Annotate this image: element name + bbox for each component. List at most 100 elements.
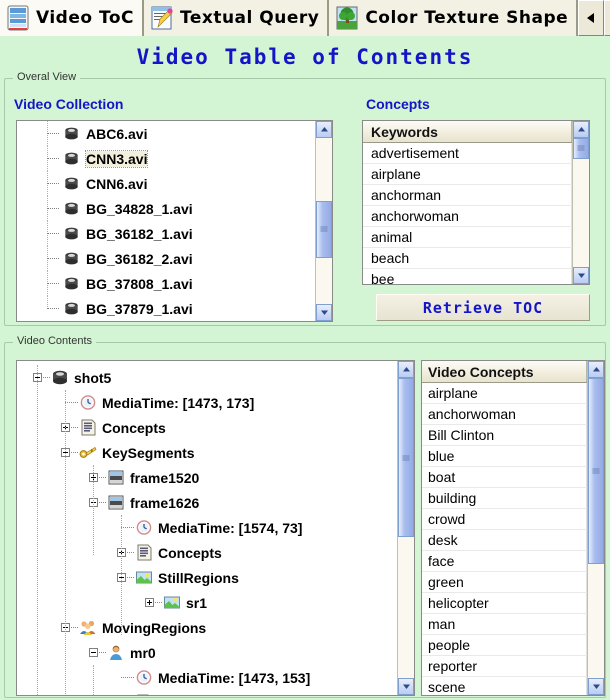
tree-node[interactable]: Concepts xyxy=(17,690,397,695)
concepts-row-label: beach xyxy=(371,250,409,266)
video-concepts-row[interactable]: helicopter xyxy=(422,593,587,614)
video-tree-scrollbar[interactable] xyxy=(397,361,414,695)
concepts-row[interactable]: advertisement xyxy=(363,143,572,164)
concepts-row[interactable]: animal xyxy=(363,227,572,248)
video-concepts-row[interactable]: man xyxy=(422,614,587,635)
video-concepts-row[interactable]: reporter xyxy=(422,656,587,677)
concepts-heading: Concepts xyxy=(366,96,430,112)
concepts-row[interactable]: bee xyxy=(363,269,572,284)
scroll-track[interactable] xyxy=(573,138,589,267)
scroll-down-button[interactable] xyxy=(398,678,414,695)
concepts-row[interactable]: airplane xyxy=(363,164,572,185)
scroll-thumb[interactable] xyxy=(316,201,332,257)
scroll-down-button[interactable] xyxy=(588,678,604,695)
video-concepts-row[interactable]: people xyxy=(422,635,587,656)
tree-node[interactable]: Concepts xyxy=(17,540,397,565)
video-collection-item-label: CNN6.avi xyxy=(86,176,147,192)
chevron-down-icon xyxy=(320,309,329,316)
person-icon xyxy=(107,644,125,661)
concepts-row[interactable]: anchorman xyxy=(363,185,572,206)
concepts-scrollbar[interactable] xyxy=(572,121,589,284)
video-concepts-column-header[interactable]: Video Concepts xyxy=(422,361,587,383)
scroll-thumb[interactable] xyxy=(588,378,604,564)
video-concepts-row[interactable]: desk xyxy=(422,530,587,551)
concepts-row[interactable]: anchorwoman xyxy=(363,206,572,227)
tree-node-label: mr0 xyxy=(130,645,156,661)
video-collection-item[interactable]: CNN3.avi xyxy=(17,146,315,171)
scroll-up-button[interactable] xyxy=(398,361,414,378)
video-concepts-row[interactable]: face xyxy=(422,551,587,572)
concepts-column-header[interactable]: Keywords xyxy=(363,121,572,143)
scroll-down-button[interactable] xyxy=(316,304,332,321)
video-concepts-row[interactable]: boat xyxy=(422,467,587,488)
video-collection-list[interactable]: ABC6.aviCNN3.aviCNN6.aviBG_34828_1.aviBG… xyxy=(16,120,333,322)
video-concepts-row-label: boat xyxy=(428,469,455,485)
tree-connector xyxy=(71,427,78,428)
scroll-up-button[interactable] xyxy=(573,121,589,138)
retrieve-toc-button[interactable]: Retrieve TOC xyxy=(376,294,590,321)
document-icon xyxy=(79,419,97,436)
tree-connector xyxy=(47,283,59,284)
tab-scroll-left-button[interactable] xyxy=(578,0,604,36)
tree-node[interactable]: KeySegments xyxy=(17,440,397,465)
expand-icon[interactable] xyxy=(145,598,154,607)
collapse-icon[interactable] xyxy=(89,648,98,657)
video-concepts-row[interactable]: crowd xyxy=(422,509,587,530)
tree-connector xyxy=(99,652,106,653)
tree-node[interactable]: frame1520 xyxy=(17,465,397,490)
scroll-up-button[interactable] xyxy=(588,361,604,378)
concepts-rows: advertisementairplaneanchormananchorwoma… xyxy=(363,143,572,284)
video-collection-item[interactable]: CNN6.avi xyxy=(17,171,315,196)
video-contents-group-label: Video Contents xyxy=(13,335,96,347)
video-collection-item[interactable]: BG_37808_1.avi xyxy=(17,271,315,296)
chevron-down-icon xyxy=(402,683,411,690)
tree-node[interactable]: MovingRegions xyxy=(17,615,397,640)
video-concepts-row-label: people xyxy=(428,637,470,653)
tree-node[interactable]: shot5 xyxy=(17,365,397,390)
video-concepts-row[interactable]: building xyxy=(422,488,587,509)
tab-scroll-right-button[interactable] xyxy=(604,0,610,36)
scroll-track[interactable] xyxy=(588,378,604,678)
tab-label: Video ToC xyxy=(36,8,134,28)
video-concepts-row[interactable]: Bill Clinton xyxy=(422,425,587,446)
tree-node[interactable]: MediaTime: [1473, 173] xyxy=(17,390,397,415)
column-separator xyxy=(586,572,587,592)
film-reel-icon xyxy=(63,301,80,316)
concepts-row-label: animal xyxy=(371,229,412,245)
video-contents-tree[interactable]: shot5MediaTime: [1473, 173]ConceptsKeySe… xyxy=(16,360,415,696)
video-concepts-scrollbar[interactable] xyxy=(587,361,604,695)
video-concepts-row[interactable]: scene xyxy=(422,677,587,695)
chevron-up-icon xyxy=(402,366,411,373)
video-collection-scrollbar[interactable] xyxy=(315,121,332,321)
video-collection-item[interactable]: BG_37879_1.avi xyxy=(17,296,315,321)
video-collection-item[interactable]: ABC6.avi xyxy=(17,121,315,146)
video-collection-item[interactable]: BG_36182_2.avi xyxy=(17,246,315,271)
concepts-row[interactable]: beach xyxy=(363,248,572,269)
tree-node[interactable]: Concepts xyxy=(17,415,397,440)
concepts-keywords-table[interactable]: Keywords advertisementairplaneanchormana… xyxy=(362,120,590,285)
scroll-track[interactable] xyxy=(316,138,332,304)
tree-node[interactable]: StillRegions xyxy=(17,565,397,590)
video-collection-item[interactable]: BG_36182_1.avi xyxy=(17,221,315,246)
tree-node[interactable]: sr1 xyxy=(17,590,397,615)
landscape-icon xyxy=(135,569,153,586)
tab-textual-query[interactable]: Textual Query xyxy=(144,0,329,36)
tree-node[interactable]: mr0 xyxy=(17,640,397,665)
scroll-up-button[interactable] xyxy=(316,121,332,138)
column-separator xyxy=(586,488,587,508)
tree-node[interactable]: MediaTime: [1574, 73] xyxy=(17,515,397,540)
video-concepts-row[interactable]: blue xyxy=(422,446,587,467)
tree-node[interactable]: MediaTime: [1473, 153] xyxy=(17,665,397,690)
scroll-down-button[interactable] xyxy=(573,267,589,284)
tree-node[interactable]: frame1626 xyxy=(17,490,397,515)
tab-color-texture-shape[interactable]: Color Texture Shape xyxy=(329,0,578,36)
video-collection-item[interactable]: BG_34828_1.avi xyxy=(17,196,315,221)
scroll-thumb[interactable] xyxy=(573,138,589,159)
scroll-track[interactable] xyxy=(398,378,414,678)
video-concepts-table[interactable]: Video Concepts airplaneanchorwomanBill C… xyxy=(421,360,605,696)
scroll-thumb[interactable] xyxy=(398,378,414,537)
video-concepts-row[interactable]: green xyxy=(422,572,587,593)
video-concepts-row[interactable]: anchorwoman xyxy=(422,404,587,425)
video-concepts-row[interactable]: airplane xyxy=(422,383,587,404)
tab-video-toc[interactable]: Video ToC xyxy=(0,0,144,36)
